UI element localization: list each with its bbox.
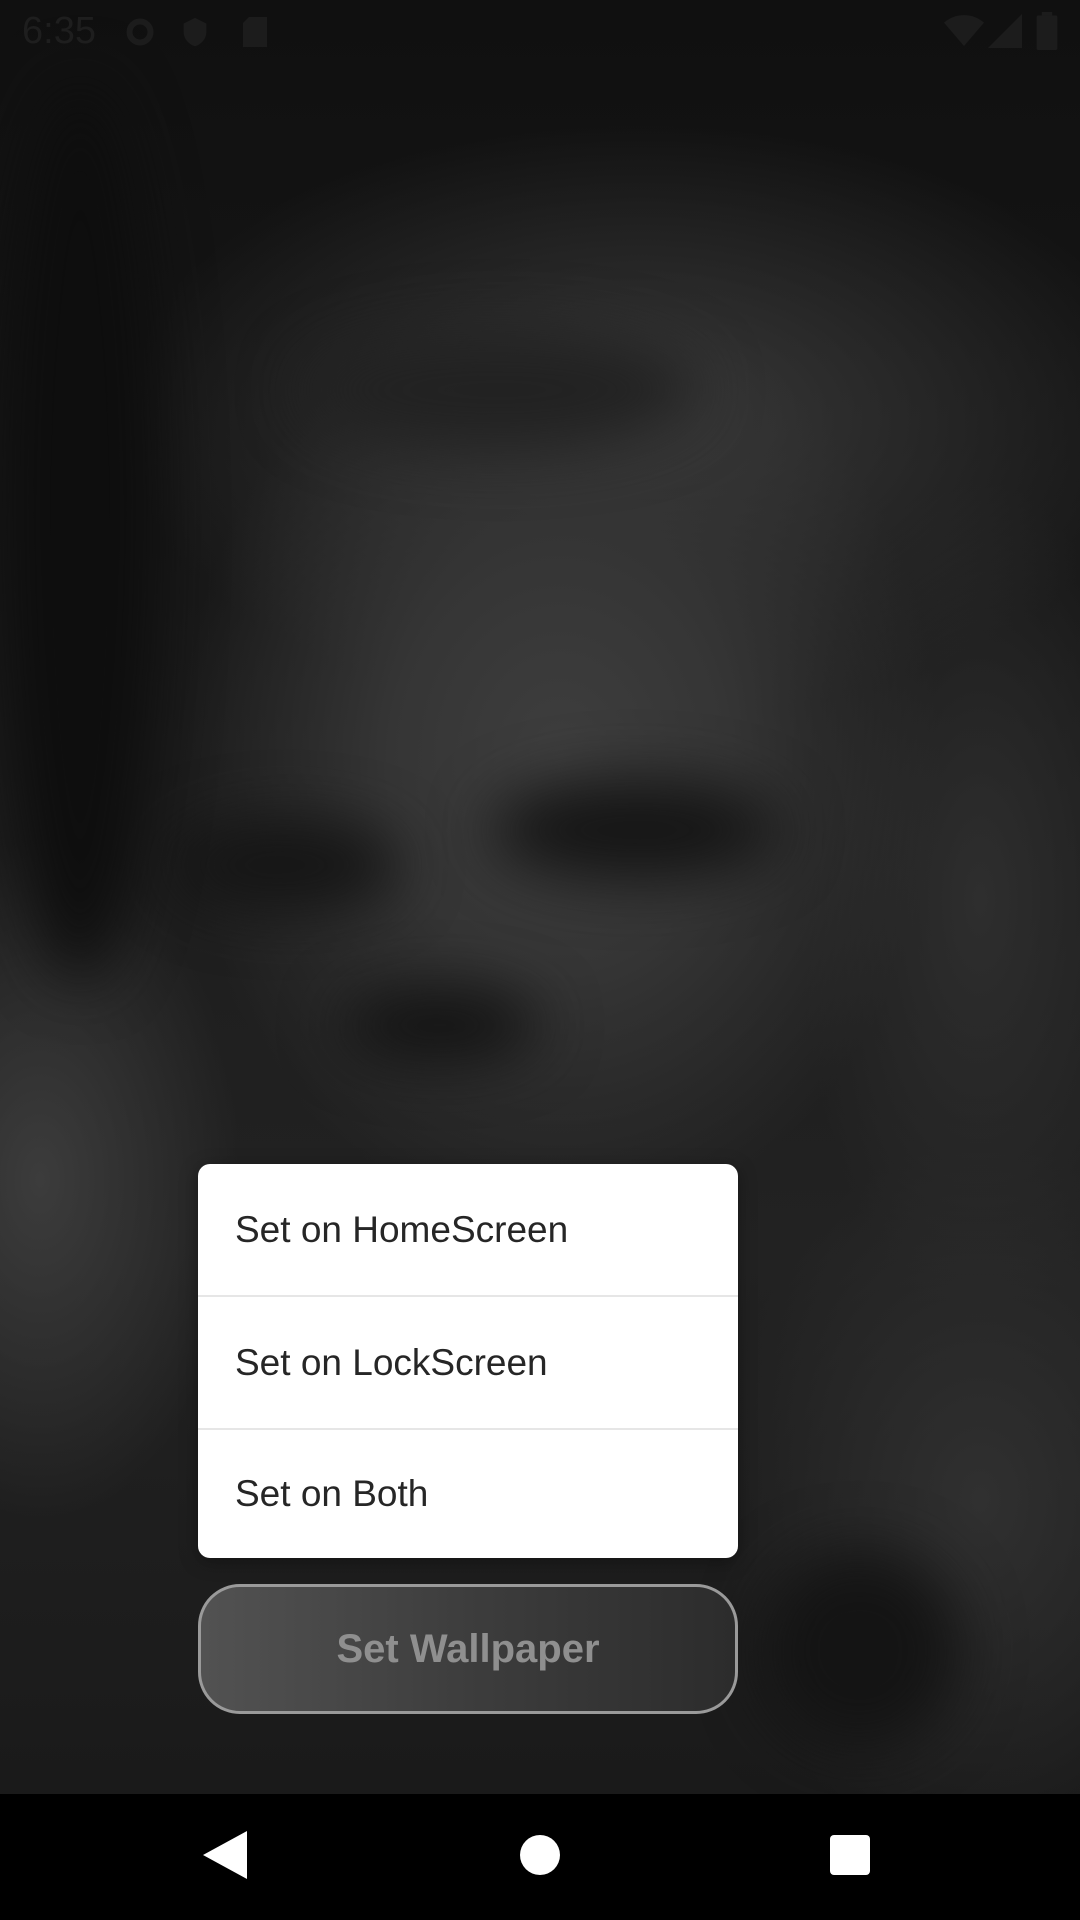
- back-button[interactable]: [145, 1794, 305, 1920]
- wallpaper-shadow: [300, 330, 700, 450]
- wallpaper-shadow: [760, 1550, 960, 1750]
- recents-icon: [830, 1834, 870, 1880]
- wallpaper-shadow: [0, 80, 160, 980]
- wifi-icon: [944, 14, 984, 53]
- signal-icon: [988, 14, 1022, 53]
- set-wallpaper-button[interactable]: Set Wallpaper: [198, 1584, 738, 1714]
- gear-icon: [122, 14, 158, 55]
- wallpaper-shadow: [490, 780, 780, 880]
- home-icon: [520, 1834, 560, 1880]
- menu-item-label: Set on Both: [235, 1473, 429, 1514]
- battery-icon: [1036, 12, 1058, 55]
- set-wallpaper-label: Set Wallpaper: [336, 1626, 600, 1671]
- menu-item-set-homescreen[interactable]: Set on HomeScreen: [198, 1164, 738, 1297]
- status-time: 6:35: [22, 10, 96, 52]
- screen: 6:35 Set on HomeScreen Set on LockScreen…: [0, 0, 1080, 1920]
- menu-item-label: Set on HomeScreen: [235, 1208, 569, 1250]
- sd-card-icon: [240, 14, 270, 55]
- wallpaper-shadow: [340, 990, 540, 1060]
- menu-item-set-lockscreen[interactable]: Set on LockScreen: [198, 1297, 738, 1430]
- shield-icon: [178, 14, 212, 55]
- menu-item-set-both[interactable]: Set on Both: [198, 1430, 738, 1558]
- wallpaper-options-menu: Set on HomeScreen Set on LockScreen Set …: [198, 1164, 738, 1558]
- navigation-bar: [0, 1794, 1080, 1920]
- recents-button[interactable]: [770, 1794, 930, 1920]
- wallpaper-shadow: [170, 820, 400, 910]
- home-button[interactable]: [460, 1794, 620, 1920]
- back-icon: [203, 1830, 247, 1884]
- menu-item-label: Set on LockScreen: [235, 1341, 548, 1383]
- status-bar: 6:35: [0, 0, 1080, 63]
